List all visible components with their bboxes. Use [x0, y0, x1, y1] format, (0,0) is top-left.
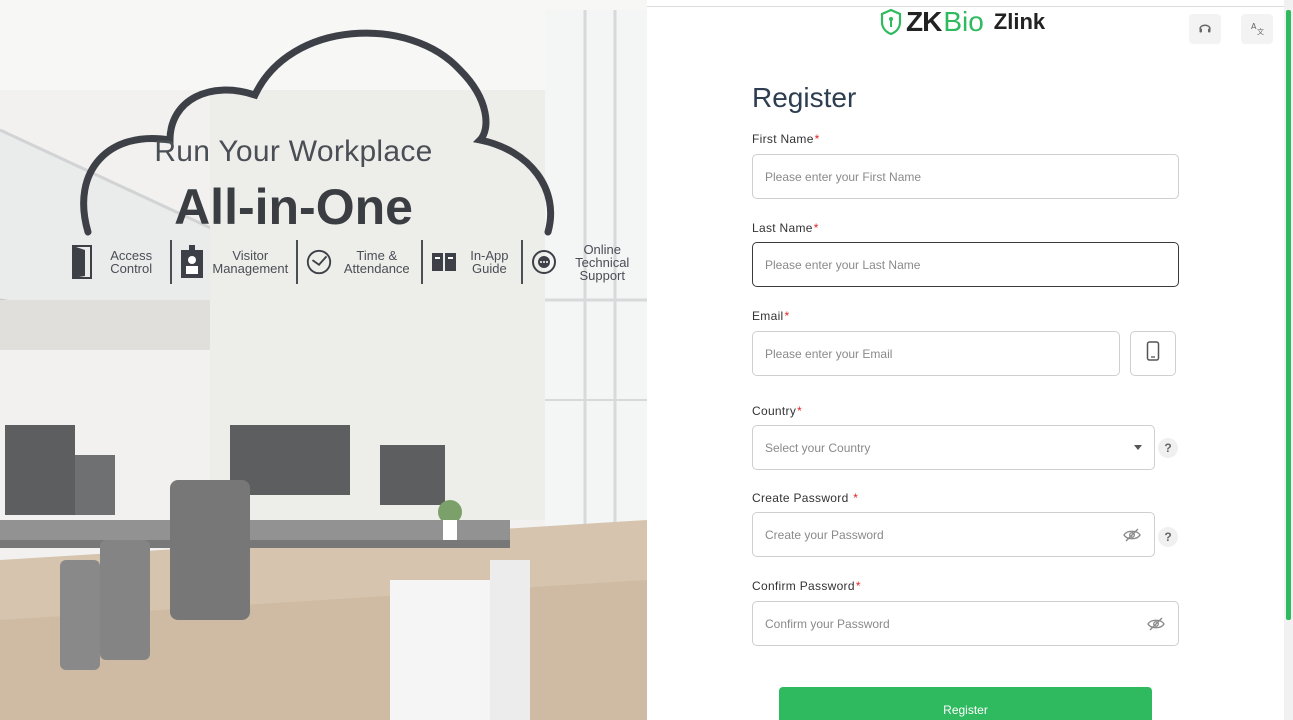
confirm-password-label: Confirm Password* — [752, 579, 861, 593]
support-button[interactable] — [1189, 14, 1221, 44]
required-mark: * — [853, 491, 859, 505]
book-icon — [430, 244, 458, 280]
svg-text:文: 文 — [1257, 27, 1264, 35]
required-mark: * — [855, 579, 861, 593]
first-name-label: First Name* — [752, 132, 820, 146]
translate-icon: A文 — [1250, 21, 1264, 38]
language-button[interactable]: A文 — [1241, 14, 1273, 44]
use-phone-button[interactable] — [1130, 331, 1176, 376]
clock-icon — [305, 244, 333, 280]
required-mark: * — [813, 221, 819, 235]
logo-bio: Bio — [943, 6, 984, 37]
last-name-label: Last Name* — [752, 221, 819, 235]
password-help-icon[interactable]: ? — [1158, 527, 1178, 547]
chevron-down-icon — [1134, 445, 1142, 450]
hero-banner: Run Your Workplace All-in-One Access Con… — [0, 0, 647, 720]
page-title: Register — [752, 82, 857, 113]
tagline-line1: Run Your Workplace — [154, 135, 433, 168]
first-name-input[interactable]: Please enter your First Name — [752, 154, 1179, 199]
logo-zk: ZK — [906, 6, 942, 37]
confirm-password-input[interactable]: Confirm your Password — [752, 601, 1179, 646]
last-name-input[interactable]: Please enter your Last Name — [752, 242, 1179, 287]
required-mark: * — [814, 132, 820, 146]
email-input[interactable]: Please enter your Email — [752, 331, 1120, 376]
eye-off-icon[interactable] — [1122, 525, 1142, 545]
eye-off-icon[interactable] — [1146, 614, 1166, 634]
feature-label: Access Control — [110, 248, 153, 276]
feature-label: In-App Guide — [470, 248, 509, 276]
scrollbar-thumb[interactable] — [1286, 10, 1291, 620]
feature-label: Online Technical Support — [575, 241, 630, 283]
feature-in-app-guide: In-App Guide — [423, 240, 524, 284]
country-help-icon[interactable]: ? — [1158, 438, 1178, 458]
visitor-badge-icon — [179, 244, 205, 280]
zkbio-zlink-logo: ZK Bio Zlink — [880, 6, 1045, 38]
headset-icon — [1198, 21, 1212, 38]
register-panel: ZK Bio Zlink A文 Register First Name* Ple… — [647, 0, 1293, 720]
feature-label: Time & Attendance — [343, 248, 410, 276]
create-password-input[interactable]: Create your Password — [752, 512, 1155, 557]
country-label: Country* — [752, 404, 803, 418]
logo-zlink: Zlink — [993, 9, 1046, 34]
email-label: Email* — [752, 309, 790, 323]
feature-time-attendance: Time & Attendance — [298, 240, 424, 284]
chat-support-icon — [530, 244, 558, 280]
door-icon — [71, 244, 93, 280]
feature-list: Access Control Visitor Management Time &… — [64, 240, 647, 284]
tagline-line2: All-in-One — [174, 179, 413, 235]
create-password-label: Create Password * — [752, 491, 859, 505]
required-mark: * — [797, 404, 803, 418]
feature-label: Visitor Management — [212, 248, 289, 276]
feature-visitor-management: Visitor Management — [172, 240, 299, 284]
country-select[interactable]: Select your Country — [752, 425, 1155, 470]
feature-access-control: Access Control — [64, 240, 173, 284]
feature-online-support: Online Technical Support — [523, 240, 647, 284]
mobile-phone-icon — [1146, 341, 1160, 366]
register-button[interactable]: Register — [779, 687, 1152, 720]
shield-logo-icon — [880, 9, 902, 35]
required-mark: * — [784, 309, 790, 323]
